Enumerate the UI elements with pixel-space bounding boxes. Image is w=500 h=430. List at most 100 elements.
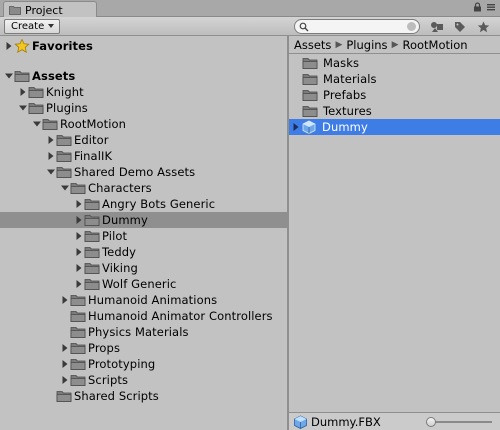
- asset-item-dummy[interactable]: Dummy: [289, 119, 500, 135]
- project-window: Project Create Favorites Assets Knight P…: [0, 0, 500, 430]
- expanded-arrow-icon[interactable]: [19, 104, 27, 112]
- collapsed-arrow-icon[interactable]: [61, 360, 69, 368]
- folder-icon: [84, 231, 100, 242]
- slider-thumb[interactable]: [426, 417, 436, 427]
- tree-item-label: Editor: [74, 133, 109, 147]
- folder-icon: [42, 119, 58, 130]
- tree-item-label: Props: [88, 341, 121, 355]
- collapsed-arrow-icon[interactable]: [61, 296, 69, 304]
- tree-item-label: Shared Demo Assets: [74, 165, 196, 179]
- search-box[interactable]: [294, 19, 420, 34]
- collapsed-arrow-icon[interactable]: [75, 216, 83, 224]
- tree-item-knight[interactable]: Knight: [0, 84, 288, 100]
- tree-item-label: Pilot: [102, 229, 128, 243]
- tree-item-label: Prototyping: [88, 357, 156, 371]
- collapsed-arrow-icon[interactable]: [61, 344, 69, 352]
- tree-item-label: Wolf Generic: [102, 277, 177, 291]
- folder-icon: [302, 58, 318, 69]
- tab-controls: [473, 2, 496, 12]
- collapsed-arrow-icon[interactable]: [75, 264, 83, 272]
- breadcrumb-item[interactable]: Plugins: [346, 38, 387, 52]
- tree-item-favorites[interactable]: Favorites: [0, 38, 288, 54]
- favorite-search-button[interactable]: [474, 18, 492, 35]
- filter-by-type-button[interactable]: [428, 18, 446, 35]
- folder-icon: [84, 199, 100, 210]
- tree-item-finalik[interactable]: FinalIK: [0, 148, 288, 164]
- collapsed-arrow-icon[interactable]: [47, 136, 55, 144]
- breadcrumb-separator-icon: ▶: [335, 39, 343, 50]
- collapsed-arrow-icon[interactable]: [47, 152, 55, 160]
- tree-item-physics-materials[interactable]: Physics Materials: [0, 324, 288, 340]
- tab-project[interactable]: Project: [3, 1, 97, 18]
- collapsed-arrow-icon[interactable]: [75, 232, 83, 240]
- collapsed-arrow-icon[interactable]: [75, 248, 83, 256]
- folder-icon: [56, 135, 72, 146]
- asset-item-masks[interactable]: Masks: [289, 55, 500, 71]
- tree-item-label: Dummy: [102, 213, 148, 227]
- folder-icon: [302, 106, 318, 117]
- search-clear-icon[interactable]: [407, 22, 416, 31]
- tree-item-humanoid-animator-controllers[interactable]: Humanoid Animator Controllers: [0, 308, 288, 324]
- breadcrumb-separator-icon: ▶: [391, 39, 399, 50]
- filter-by-label-button[interactable]: [451, 18, 469, 35]
- tree-item-wolf-generic[interactable]: Wolf Generic: [0, 276, 288, 292]
- search-input[interactable]: [309, 20, 409, 33]
- tree-item-label: Assets: [32, 69, 76, 83]
- icon-size-slider[interactable]: [426, 417, 494, 427]
- tree-item-props[interactable]: Props: [0, 340, 288, 356]
- tree-item-teddy[interactable]: Teddy: [0, 244, 288, 260]
- folder-icon: [84, 279, 100, 290]
- tree-item-rootmotion[interactable]: RootMotion: [0, 116, 288, 132]
- tree-item-viking[interactable]: Viking: [0, 260, 288, 276]
- tree-item-label: FinalIK: [74, 149, 113, 163]
- folder-icon: [56, 391, 72, 402]
- expanded-arrow-icon[interactable]: [61, 184, 69, 192]
- tree-item-pilot[interactable]: Pilot: [0, 228, 288, 244]
- tree-item-label: Humanoid Animator Controllers: [88, 309, 273, 323]
- collapsed-arrow-icon[interactable]: [61, 376, 69, 384]
- folder-icon: [28, 87, 44, 98]
- expanded-arrow-icon[interactable]: [47, 168, 55, 176]
- menu-icon[interactable]: [486, 2, 496, 12]
- tree-item-label: Knight: [46, 85, 84, 99]
- tree-item-prototyping[interactable]: Prototyping: [0, 356, 288, 372]
- tree-item-humanoid-animations[interactable]: Humanoid Animations: [0, 292, 288, 308]
- collapsed-arrow-icon[interactable]: [292, 123, 300, 131]
- breadcrumb-item[interactable]: RootMotion: [402, 38, 467, 52]
- tree-item-label: Humanoid Animations: [88, 293, 218, 307]
- toolbar: Create: [0, 17, 500, 36]
- tree-item-shared-scripts[interactable]: Shared Scripts: [0, 388, 288, 404]
- collapsed-arrow-icon[interactable]: [75, 200, 83, 208]
- tree-item-label: RootMotion: [60, 117, 127, 131]
- asset-item-textures[interactable]: Textures: [289, 103, 500, 119]
- slider-track: [430, 421, 492, 423]
- tree-item-scripts[interactable]: Scripts: [0, 372, 288, 388]
- expanded-arrow-icon[interactable]: [5, 72, 13, 80]
- status-bar: Dummy.FBX: [289, 412, 500, 430]
- tree-item-plugins[interactable]: Plugins: [0, 100, 288, 116]
- tree-item-label: Plugins: [46, 101, 88, 115]
- collapsed-arrow-icon[interactable]: [75, 280, 83, 288]
- expanded-arrow-icon[interactable]: [33, 120, 41, 128]
- folder-icon: [70, 375, 86, 386]
- tree-item-assets[interactable]: Assets: [0, 68, 288, 84]
- tree-item-angry-bots-generic[interactable]: Angry Bots Generic: [0, 196, 288, 212]
- asset-item-label: Materials: [323, 72, 377, 86]
- tree-item-editor[interactable]: Editor: [0, 132, 288, 148]
- create-button[interactable]: Create: [4, 19, 60, 34]
- asset-item-label: Dummy: [322, 120, 368, 134]
- folder-icon: [56, 151, 72, 162]
- asset-item-prefabs[interactable]: Prefabs: [289, 87, 500, 103]
- folder-icon: [9, 6, 21, 15]
- collapsed-arrow-icon[interactable]: [19, 88, 27, 96]
- asset-item-label: Textures: [323, 104, 372, 118]
- tree-item-shared-demo-assets[interactable]: Shared Demo Assets: [0, 164, 288, 180]
- filter-type-icon: [431, 21, 443, 32]
- tree-item-dummy[interactable]: Dummy: [0, 212, 288, 228]
- breadcrumb-item[interactable]: Assets: [294, 38, 331, 52]
- tree-item-characters[interactable]: Characters: [0, 180, 288, 196]
- asset-item-materials[interactable]: Materials: [289, 71, 500, 87]
- tree-item-label: Characters: [88, 181, 152, 195]
- collapsed-arrow-icon[interactable]: [5, 42, 13, 50]
- lock-icon[interactable]: [473, 2, 482, 12]
